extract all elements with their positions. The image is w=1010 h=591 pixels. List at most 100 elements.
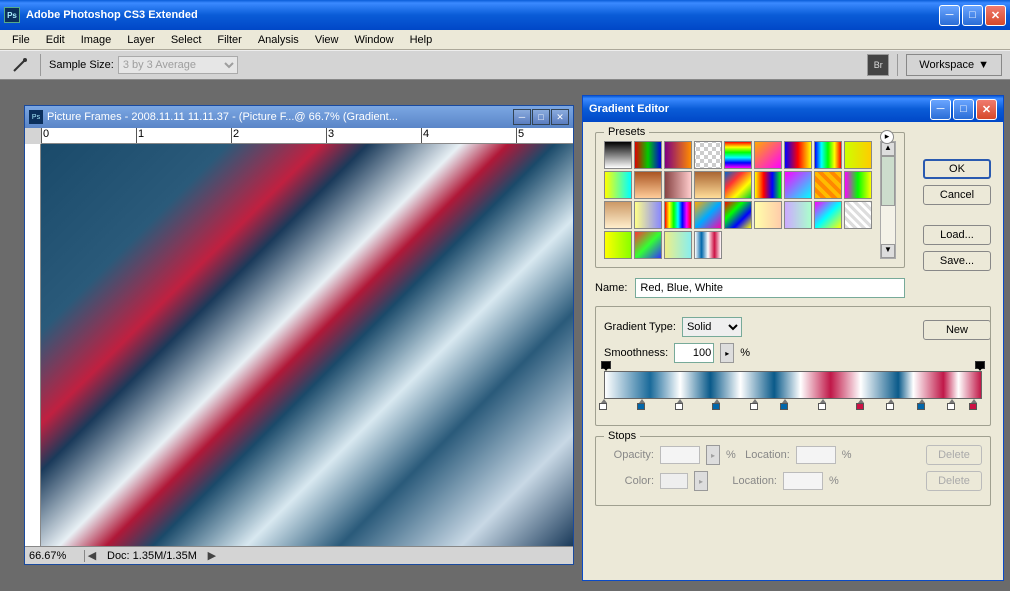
opacity-delete-button: Delete (926, 445, 982, 465)
options-bar: Sample Size: 3 by 3 Average Br Workspace… (0, 50, 1010, 80)
preset-swatch[interactable] (814, 171, 842, 199)
color-stop[interactable] (947, 399, 957, 411)
preset-swatch[interactable] (694, 231, 722, 259)
scroll-thumb[interactable] (881, 156, 895, 206)
dlg-maximize-button[interactable]: □ (953, 99, 974, 120)
document-window: Ps Picture Frames - 2008.11.11 11.11.37 … (24, 105, 574, 565)
smoothness-input[interactable] (674, 343, 714, 363)
preset-swatch[interactable] (784, 171, 812, 199)
bridge-icon[interactable]: Br (867, 54, 889, 76)
color-swatch (660, 473, 688, 489)
color-stop[interactable] (750, 399, 760, 411)
ruler-tick: 3 (326, 128, 334, 144)
save-button[interactable]: Save... (923, 251, 991, 271)
scroll-down-button[interactable]: ▼ (881, 244, 895, 258)
preset-swatch[interactable] (784, 201, 812, 229)
preset-swatch[interactable] (664, 141, 692, 169)
opacity-stop[interactable] (975, 361, 985, 371)
dlg-close-button[interactable]: ✕ (976, 99, 997, 120)
preset-swatch[interactable] (754, 201, 782, 229)
doc-close-button[interactable]: ✕ (551, 109, 569, 125)
close-button[interactable]: ✕ (985, 5, 1006, 26)
status-left-button[interactable]: ◀ (85, 549, 99, 562)
menu-edit[interactable]: Edit (38, 32, 73, 48)
preset-swatch[interactable] (634, 231, 662, 259)
preset-swatch[interactable] (694, 171, 722, 199)
dlg-minimize-button[interactable]: ─ (930, 99, 951, 120)
color-stop[interactable] (917, 399, 927, 411)
menu-help[interactable]: Help (402, 32, 441, 48)
color-location-unit: % (829, 475, 839, 487)
maximize-button[interactable]: □ (962, 5, 983, 26)
ok-button[interactable]: OK (923, 159, 991, 179)
opacity-label: Opacity: (604, 449, 654, 461)
dialog-side-buttons: OK Cancel Load... Save... (923, 159, 991, 271)
preset-swatch[interactable] (694, 141, 722, 169)
doc-minimize-button[interactable]: ─ (513, 109, 531, 125)
preset-swatch[interactable] (604, 231, 632, 259)
color-stop[interactable] (818, 399, 828, 411)
preset-swatch[interactable] (604, 201, 632, 229)
preset-swatch[interactable] (604, 171, 632, 199)
load-button[interactable]: Load... (923, 225, 991, 245)
menu-file[interactable]: File (4, 32, 38, 48)
preset-swatch[interactable] (724, 171, 752, 199)
preset-swatch[interactable] (844, 141, 872, 169)
menu-layer[interactable]: Layer (119, 32, 163, 48)
type-label: Gradient Type: (604, 321, 676, 333)
minimize-button[interactable]: ─ (939, 5, 960, 26)
preset-swatch[interactable] (724, 141, 752, 169)
type-select[interactable]: Solid (682, 317, 742, 337)
color-stop[interactable] (675, 399, 685, 411)
preset-swatch[interactable] (664, 171, 692, 199)
preset-swatch[interactable] (754, 171, 782, 199)
preset-swatch[interactable] (634, 171, 662, 199)
name-input[interactable] (635, 278, 905, 298)
canvas[interactable] (41, 144, 573, 546)
smoothness-flyout-button[interactable]: ▸ (720, 343, 734, 363)
color-stop[interactable] (712, 399, 722, 411)
gradient-bar[interactable] (604, 371, 982, 399)
scroll-up-button[interactable]: ▲ (881, 142, 895, 156)
color-stop[interactable] (599, 399, 609, 411)
preset-swatch[interactable] (634, 201, 662, 229)
doc-maximize-button[interactable]: □ (532, 109, 550, 125)
menu-window[interactable]: Window (346, 32, 401, 48)
menu-view[interactable]: View (307, 32, 347, 48)
cancel-button[interactable]: Cancel (923, 185, 991, 205)
preset-swatch[interactable] (724, 201, 752, 229)
preset-swatch[interactable] (814, 141, 842, 169)
zoom-field[interactable]: 66.67% (25, 550, 85, 562)
preset-swatch[interactable] (844, 171, 872, 199)
status-right-button[interactable]: ▶ (205, 549, 219, 562)
preset-swatch[interactable] (664, 231, 692, 259)
menu-filter[interactable]: Filter (209, 32, 249, 48)
presets-scrollbar[interactable]: ▲ ▼ (880, 141, 896, 259)
smoothness-label: Smoothness: (604, 347, 668, 359)
preset-swatch[interactable] (814, 201, 842, 229)
preset-swatch[interactable] (604, 141, 632, 169)
document-title: Picture Frames - 2008.11.11 11.11.37 - (… (47, 111, 513, 123)
sample-size-control: Sample Size: 3 by 3 Average (49, 56, 238, 74)
preset-swatch[interactable] (634, 141, 662, 169)
menu-analysis[interactable]: Analysis (250, 32, 307, 48)
preset-swatch[interactable] (844, 201, 872, 229)
opacity-unit: % (726, 449, 736, 461)
dialog-title: Gradient Editor (589, 103, 930, 115)
menu-image[interactable]: Image (73, 32, 120, 48)
preset-swatch[interactable] (754, 141, 782, 169)
preset-swatch[interactable] (694, 201, 722, 229)
eyedropper-tool-icon[interactable] (8, 53, 32, 77)
color-stop[interactable] (969, 399, 979, 411)
preset-swatch[interactable] (784, 141, 812, 169)
preset-swatch[interactable] (664, 201, 692, 229)
color-stop[interactable] (856, 399, 866, 411)
sample-size-select[interactable]: 3 by 3 Average (118, 56, 238, 74)
color-stop[interactable] (780, 399, 790, 411)
color-stop[interactable] (886, 399, 896, 411)
menu-select[interactable]: Select (163, 32, 210, 48)
opacity-stop[interactable] (601, 361, 611, 371)
workspace-button[interactable]: Workspace▼ (906, 54, 1002, 76)
color-stop[interactable] (637, 399, 647, 411)
presets-options-button[interactable]: ▸ (880, 130, 894, 144)
